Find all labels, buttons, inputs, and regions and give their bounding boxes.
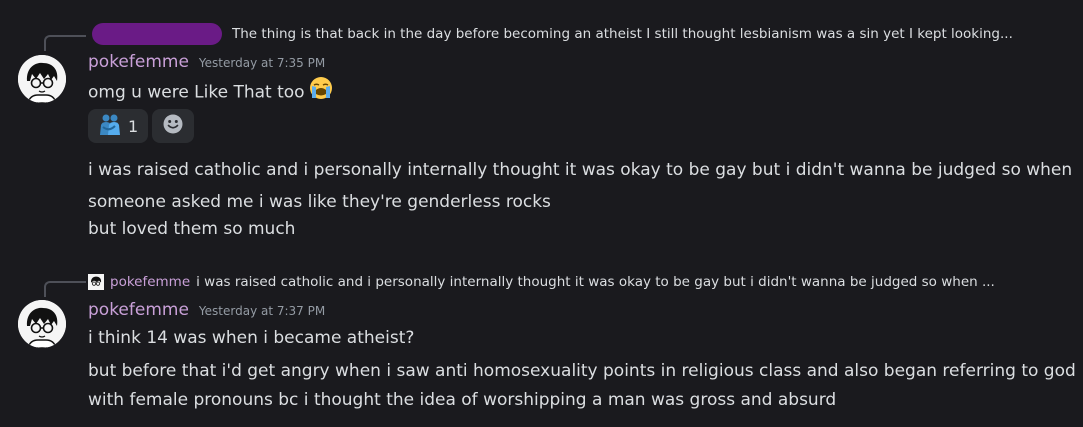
reply-preview[interactable]: pokefemme i was raised catholic and i pe… <box>88 270 1063 294</box>
reply-connector <box>44 281 86 297</box>
timestamp[interactable]: Yesterday at 7:37 PM <box>199 304 325 318</box>
message-content: i was raised catholic and i personally i… <box>88 156 1072 216</box>
reaction-count: 1 <box>128 116 139 136</box>
smiley-add-icon <box>162 113 184 139</box>
message-text: with female pronouns bc i thought the id… <box>88 390 837 410</box>
message-text: i think 14 was when i became atheist? <box>88 328 415 348</box>
message-content: but before that i'd get angry when i saw… <box>88 357 1076 414</box>
reply-author[interactable]: pokefemme <box>110 274 190 290</box>
reply-text[interactable]: The thing is that back in the day before… <box>232 26 1013 42</box>
message-content: i think 14 was when i became atheist? <box>88 324 414 352</box>
message-text: someone asked me i was like they're gend… <box>88 192 551 212</box>
timestamp[interactable]: Yesterday at 7:35 PM <box>199 56 325 70</box>
message-text: but before that i'd get angry when i saw… <box>88 361 1076 381</box>
avatar-drawing <box>18 55 66 103</box>
avatar[interactable] <box>18 300 66 348</box>
message-text: i was raised catholic and i personally i… <box>88 160 1073 180</box>
message-header: pokefemme Yesterday at 7:37 PM <box>88 300 325 320</box>
loudly-crying-face-icon <box>309 76 333 109</box>
message-header: pokefemme Yesterday at 7:35 PM <box>88 52 325 72</box>
people-hugging-icon <box>98 113 122 139</box>
add-reaction-button[interactable] <box>152 109 195 143</box>
message-content: omg u were Like That too <box>88 76 333 109</box>
reply-text[interactable]: i was raised catholic and i personally i… <box>196 274 995 290</box>
message-content: but loved them so much <box>88 215 295 243</box>
reply-avatar[interactable] <box>88 274 104 290</box>
username[interactable]: pokefemme <box>88 52 189 72</box>
reply-preview[interactable]: The thing is that back in the day before… <box>92 22 1067 46</box>
message-text: but loved them so much <box>88 219 296 239</box>
reply-connector <box>44 35 86 51</box>
avatar[interactable] <box>18 55 66 103</box>
reaction-people-hugging[interactable]: 1 <box>88 109 149 143</box>
chat-messages: The thing is that back in the day before… <box>0 0 1083 427</box>
redacted-username <box>92 23 222 45</box>
username[interactable]: pokefemme <box>88 300 189 320</box>
reactions-bar: 1 <box>88 109 195 143</box>
avatar-drawing <box>18 300 66 348</box>
message-text: omg u were Like That too <box>88 82 305 103</box>
